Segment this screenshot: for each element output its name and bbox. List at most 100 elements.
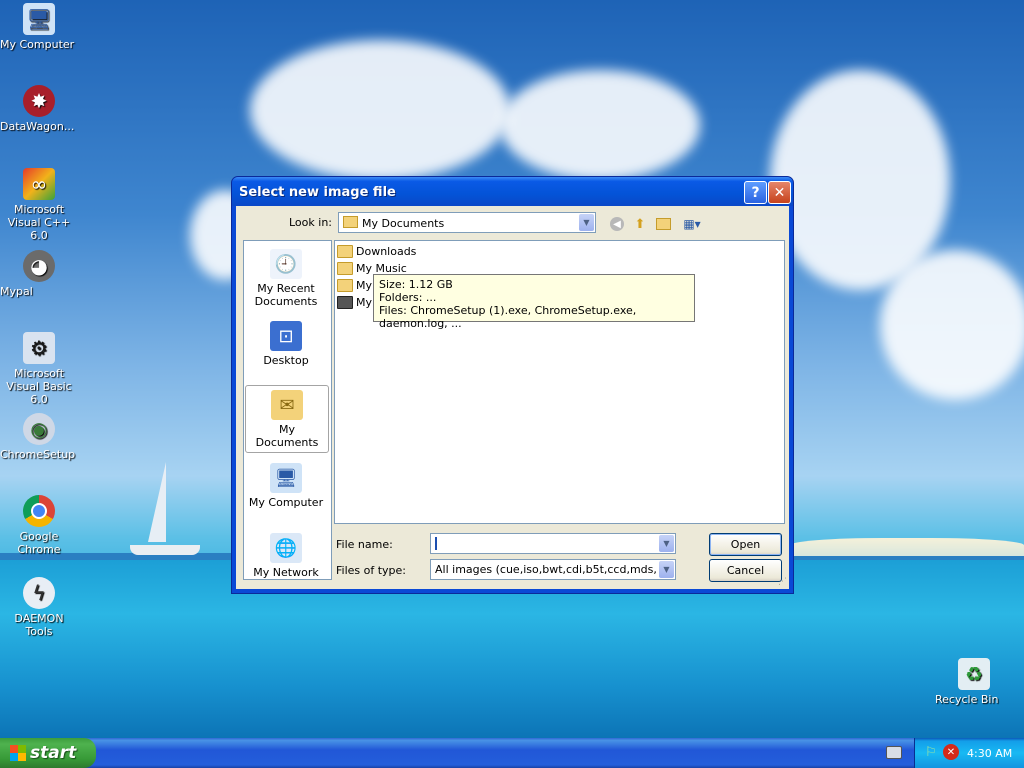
desktop-icon-daemon-tools[interactable]: ϟ DAEMON Tools (0, 577, 78, 638)
help-icon: ? (751, 184, 760, 201)
open-button[interactable]: Open (709, 533, 782, 556)
chevron-down-icon[interactable]: ▼ (579, 214, 594, 231)
cloud (250, 40, 510, 180)
file-dialog: Select new image file ? ✕ Look in: My Do… (231, 176, 794, 594)
place-my-network[interactable]: 🌐 My Network (245, 529, 327, 579)
desktop-icon-label: My Computer (0, 38, 75, 51)
text-cursor (435, 537, 437, 550)
mypal-icon: ◕ (23, 250, 55, 282)
videos-folder-icon (337, 296, 353, 309)
desktop-icon-visual-cpp[interactable]: ∞ Microsoft Visual C++ 6.0 (0, 168, 78, 242)
tooltip-files: Files: ChromeSetup (1).exe, ChromeSetup.… (379, 304, 637, 330)
security-alert-icon[interactable]: ✕ (943, 744, 959, 760)
look-in-dropdown[interactable]: My Documents ▼ (338, 212, 596, 233)
view-menu-icon: ▦▾ (683, 217, 701, 231)
chevron-down-icon[interactable]: ▼ (659, 561, 674, 578)
desktop-icon-label: Recycle Bin (935, 693, 999, 706)
close-icon: ✕ (773, 184, 786, 201)
cancel-button[interactable]: Cancel (709, 559, 782, 582)
flag-blue (10, 753, 18, 761)
list-item[interactable]: Downloads (337, 244, 416, 259)
look-in-text: My Documents (362, 217, 445, 230)
keyboard-icon[interactable] (886, 746, 902, 759)
view-menu-button[interactable]: ▦▾ (679, 215, 705, 233)
sailboat-sail (148, 462, 166, 542)
datawagon-icon: ✸ (23, 85, 55, 117)
back-button[interactable]: ◀ (608, 215, 626, 233)
up-folder-icon: ⬆ (634, 216, 646, 232)
resize-grip-icon[interactable]: ⋰ (778, 577, 787, 587)
taskbar: start ⚐ ✕ 4:30 AM (0, 738, 1024, 768)
desktop-icon-label: DataWagon... (0, 120, 75, 133)
daemon-tools-icon: ϟ (23, 577, 55, 609)
system-tray: ⚐ ✕ 4:30 AM (914, 738, 1024, 768)
desktop-icon-my-computer[interactable]: 🖥 My Computer (0, 3, 78, 51)
help-button[interactable]: ? (744, 181, 767, 204)
music-folder-icon (337, 262, 353, 275)
places-bar: 🕘 My Recent Documents ⊡ Desktop ✉ My Doc… (243, 240, 332, 580)
new-folder-button[interactable] (654, 215, 672, 233)
look-in-label: Look in: (289, 216, 332, 229)
recent-documents-icon: 🕘 (270, 249, 302, 279)
my-computer-icon: 🖥 (270, 463, 302, 493)
place-label: My Documents (255, 423, 319, 449)
installer-cd-icon: ◉ (23, 413, 55, 445)
network-tray-icon[interactable]: ⚐ (925, 745, 937, 760)
place-label: My Computer (248, 496, 324, 509)
my-network-icon: 🌐 (270, 533, 302, 563)
up-folder-button[interactable]: ⬆ (631, 215, 649, 233)
start-button[interactable]: start (0, 738, 96, 768)
chevron-down-icon[interactable]: ▼ (659, 535, 674, 552)
my-documents-icon: ✉ (271, 390, 303, 420)
file-name: Downloads (356, 245, 417, 258)
place-label: My Recent Documents (254, 282, 318, 308)
desktop-icon: ⊡ (270, 321, 302, 351)
back-arrow-icon: ◀ (610, 217, 624, 231)
close-button[interactable]: ✕ (768, 181, 791, 204)
file-name-label: File name: (336, 538, 393, 551)
desktop-icon-visual-basic[interactable]: ⚙ Microsoft Visual Basic 6.0 (0, 332, 78, 406)
title-bar[interactable]: Select new image file ? ✕ (232, 177, 793, 206)
desktop-icon-label: Mypal (0, 285, 33, 298)
flag-green (18, 745, 26, 753)
desktop-icon-recycle-bin[interactable]: ♻ Recycle Bin (935, 658, 1013, 706)
dialog-body: Look in: My Documents ▼ ◀ ⬆ ▦▾ 🕘 My Rece… (236, 206, 789, 589)
tooltip-folders: Folders: ... (379, 291, 437, 304)
place-my-computer[interactable]: 🖥 My Computer (245, 459, 327, 509)
sailboat-hull (130, 545, 200, 555)
beach (790, 538, 1024, 556)
look-in-value: My Documents (343, 216, 444, 230)
files-of-type-dropdown[interactable]: All images (cue,iso,bwt,cdi,b5t,ccd,mds,… (430, 559, 676, 580)
desktop-icon-datawagon[interactable]: ✸ DataWagon... (0, 85, 78, 133)
pictures-folder-icon (337, 279, 353, 292)
desktop-icon-google-chrome[interactable]: Google Chrome (0, 495, 78, 556)
desktop-icon-label: Microsoft Visual C++ 6.0 (7, 203, 71, 242)
file-list[interactable]: Downloads My Music My P My V Size: 1.12 … (334, 240, 785, 524)
place-my-documents[interactable]: ✉ My Documents (245, 385, 329, 453)
folder-icon (337, 245, 353, 258)
desktop-icon-label: DAEMON Tools (14, 612, 64, 638)
desktop-icon-chromesetup[interactable]: ◉ ChromeSetup (0, 413, 78, 461)
desktop-icon-label: Microsoft Visual Basic 6.0 (6, 367, 72, 406)
file-name-field[interactable]: ▼ (430, 533, 676, 554)
recycle-bin-icon: ♻ (958, 658, 990, 690)
my-documents-folder-icon (343, 216, 358, 228)
flag-red (10, 745, 18, 753)
place-desktop[interactable]: ⊡ Desktop (245, 317, 327, 367)
files-of-type-label: Files of type: (336, 564, 407, 577)
clock[interactable]: 4:30 AM (967, 747, 1012, 760)
visual-cpp-icon: ∞ (23, 168, 55, 200)
tooltip-size: Size: 1.12 GB (379, 278, 453, 291)
desktop-icon-label: Google Chrome (17, 530, 61, 556)
folder-tooltip: Size: 1.12 GB Folders: ... Files: Chrome… (373, 274, 695, 330)
files-of-type-value: All images (cue,iso,bwt,cdi,b5t,ccd,mds,… (435, 563, 657, 576)
desktop-icon-mypal[interactable]: ◕ Mypal (0, 250, 78, 298)
chrome-icon (23, 495, 55, 527)
desktop-icon-label: ChromeSetup (0, 448, 76, 461)
dialog-title: Select new image file (239, 185, 396, 200)
place-my-recent-documents[interactable]: 🕘 My Recent Documents (245, 245, 327, 308)
my-computer-icon: 🖥 (23, 3, 55, 35)
windows-flag-icon (10, 745, 26, 761)
flag-yellow (18, 753, 26, 761)
visual-basic-icon: ⚙ (23, 332, 55, 364)
